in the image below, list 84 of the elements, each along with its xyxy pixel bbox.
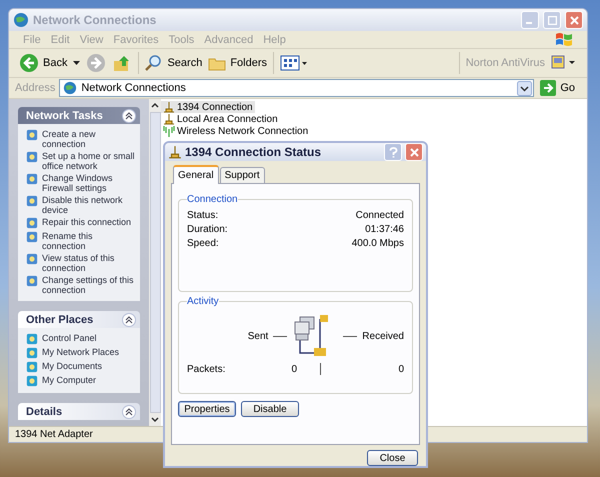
task-icon [26, 347, 38, 359]
panel-header[interactable]: Other Places [18, 311, 140, 328]
chevron-up-icon[interactable] [122, 108, 136, 122]
task-link[interactable]: My Network Places [42, 347, 120, 357]
field-label: Speed: [187, 237, 219, 251]
task-icon [26, 195, 38, 207]
go-button[interactable]: Go [538, 80, 581, 96]
norton-label: Norton AntiVirus [466, 57, 545, 69]
dialog-title: 1394 Connection Status [185, 145, 322, 159]
group-title: Connection [187, 194, 238, 205]
task-link[interactable]: Repair this connection [42, 217, 132, 227]
close-icon [570, 16, 578, 24]
window-title: Network Connections [33, 13, 158, 27]
field-value: 400.0 Mbps [352, 237, 404, 251]
task-link[interactable]: Disable this network device [42, 195, 138, 215]
task-link[interactable]: Set up a home or small office network [42, 151, 138, 171]
scrollbar[interactable] [149, 99, 161, 426]
task-link[interactable]: Change settings of this connection [42, 275, 138, 295]
status-text: 1394 Net Adapter [15, 429, 93, 440]
received-packets-value: 0 [397, 364, 404, 374]
task-icon [26, 375, 38, 387]
caret-icon[interactable] [73, 61, 80, 65]
task-link[interactable]: Create a new connection [42, 129, 138, 149]
tab[interactable]: Support [220, 167, 265, 183]
close-button[interactable] [565, 11, 583, 29]
packets-label: Packets: [187, 364, 226, 374]
task-link[interactable]: Change Windows Firewall settings [42, 173, 138, 193]
dialog-button[interactable]: Properties [178, 401, 236, 417]
network-plug-icon [163, 102, 175, 112]
address-field[interactable]: Network Connections [59, 79, 534, 97]
address-label: Address [15, 82, 56, 94]
grid-view-icon [280, 55, 308, 71]
field-value: 01:37:46 [365, 223, 404, 237]
chevron-up-icon[interactable] [122, 312, 136, 326]
views-button[interactable] [280, 55, 308, 71]
minimize-icon [526, 22, 532, 24]
norton-menu-icon[interactable] [551, 55, 577, 71]
sent-packets-value: 0 [290, 364, 297, 374]
received-label: Received [362, 330, 404, 342]
panel-header[interactable]: Details [18, 403, 140, 420]
chevron-up-icon[interactable] [122, 404, 136, 418]
connection-item[interactable]: 1394 Connection [161, 101, 255, 113]
field-value: Connected [356, 209, 404, 223]
group-title: Activity [187, 296, 219, 307]
task-icon [26, 231, 38, 243]
back-button[interactable]: Back [19, 53, 68, 73]
task-icon [26, 217, 38, 229]
scroll-up-icon[interactable] [151, 102, 159, 108]
search-icon [145, 54, 164, 72]
search-button[interactable]: Search [145, 54, 202, 72]
close-icon [410, 148, 418, 156]
scroll-down-icon[interactable] [151, 417, 159, 423]
flag-logo-icon [555, 32, 573, 48]
task-link[interactable]: Rename this connection [42, 231, 138, 251]
task-link[interactable]: My Computer [42, 375, 96, 385]
panel-header[interactable]: Network Tasks [18, 107, 140, 124]
task-icon [26, 173, 38, 185]
antenna-icon [163, 126, 175, 136]
tab[interactable]: General [173, 165, 219, 184]
globe-icon [13, 12, 29, 28]
dialog-close-button[interactable]: Close [367, 450, 418, 466]
task-icon [26, 361, 38, 373]
task-icon [26, 333, 38, 345]
task-link[interactable]: Control Panel [42, 333, 97, 343]
sent-label: Sent [248, 330, 268, 342]
task-icon [26, 275, 38, 287]
connection-item[interactable]: Local Area Connection [161, 113, 280, 125]
task-icon [26, 253, 38, 265]
task-icon [26, 151, 38, 163]
field-label: Status: [187, 209, 218, 223]
close-button[interactable] [405, 143, 423, 161]
connection-item[interactable]: Wireless Network Connection [161, 125, 310, 137]
go-arrow-icon [540, 80, 556, 96]
task-link[interactable]: View status of this connection [42, 253, 138, 273]
globe-icon [63, 81, 78, 95]
task-icon [26, 129, 38, 141]
field-label: Duration: [187, 223, 228, 237]
task-link[interactable]: My Documents [42, 361, 102, 371]
question-mark-icon [388, 146, 398, 158]
network-plug-icon [168, 146, 182, 158]
folders-button[interactable]: Folders [208, 55, 268, 71]
dialog-button[interactable]: Disable [241, 401, 299, 417]
maximize-icon [548, 16, 556, 24]
network-plug-icon [163, 114, 175, 124]
